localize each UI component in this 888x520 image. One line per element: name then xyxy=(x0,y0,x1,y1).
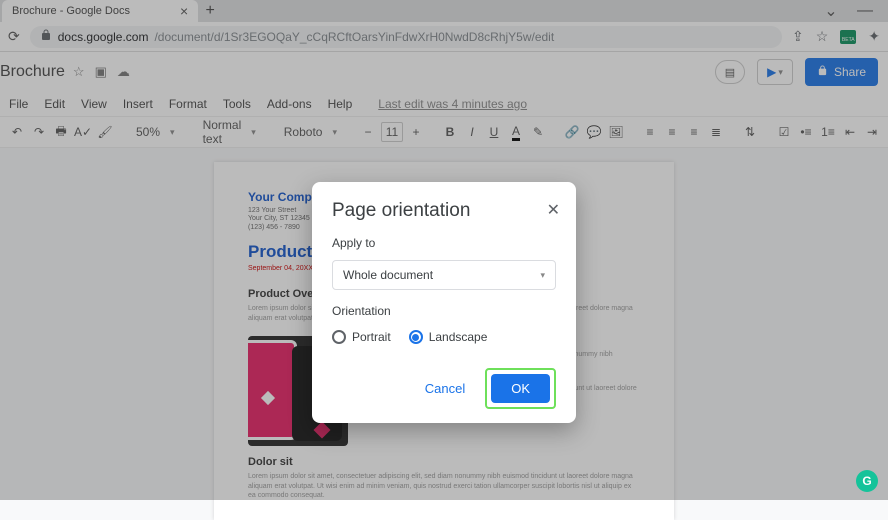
close-dialog-icon[interactable]: ✕ xyxy=(547,200,560,220)
ok-button[interactable]: OK xyxy=(491,374,550,403)
portrait-radio[interactable]: Portrait xyxy=(332,330,391,344)
radio-icon xyxy=(332,330,346,344)
landscape-label: Landscape xyxy=(429,330,488,344)
chevron-down-icon: ▾ xyxy=(540,270,545,281)
orientation-label: Orientation xyxy=(332,304,556,318)
grammarly-icon[interactable]: G xyxy=(856,470,878,492)
apply-to-select[interactable]: Whole document ▾ xyxy=(332,260,556,290)
dialog-title: Page orientation xyxy=(332,200,556,222)
ok-highlight: OK xyxy=(485,368,556,409)
page-orientation-dialog: Page orientation ✕ Apply to Whole docume… xyxy=(312,182,576,423)
cancel-button[interactable]: Cancel xyxy=(415,375,475,402)
landscape-radio[interactable]: Landscape xyxy=(409,330,488,344)
portrait-label: Portrait xyxy=(352,330,391,344)
radio-icon xyxy=(409,330,423,344)
apply-to-label: Apply to xyxy=(332,236,556,250)
apply-to-value: Whole document xyxy=(343,268,433,282)
